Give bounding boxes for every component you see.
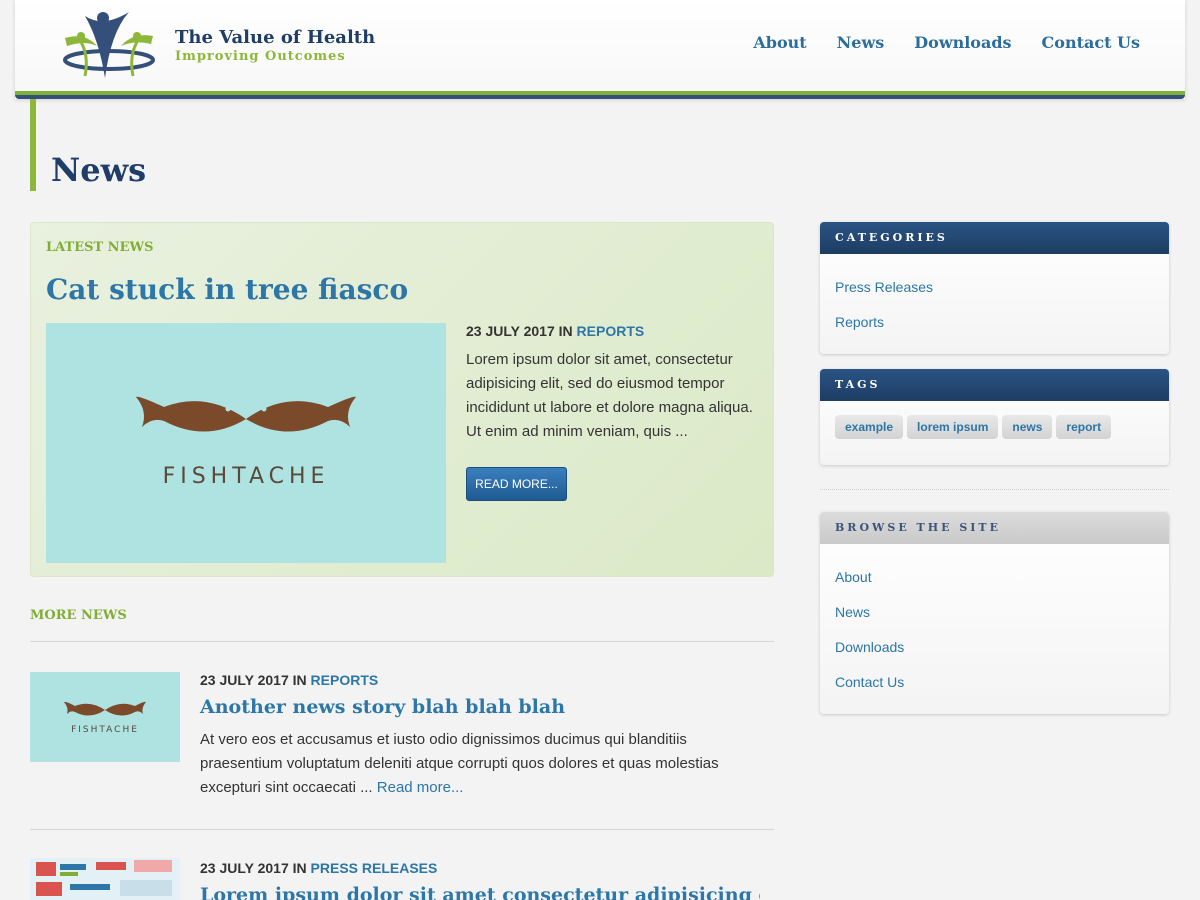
- browse-link-downloads[interactable]: Downloads: [835, 630, 1154, 665]
- header-accent-bar: [15, 91, 1185, 99]
- page-title: News: [51, 151, 147, 189]
- fishtache-wordmark: FISHTACHE: [163, 464, 330, 489]
- main-nav: About News Downloads Contact Us: [753, 33, 1140, 52]
- latest-news-label: LATEST NEWS: [46, 240, 154, 255]
- latest-news-excerpt: Lorem ipsum dolor sit amet, consectetur …: [466, 351, 753, 440]
- browse-link-contact-us[interactable]: Contact Us: [835, 665, 1154, 700]
- latest-news-card: LATEST NEWS Cat stuck in tree fiasco FIS…: [30, 222, 774, 577]
- tag-report[interactable]: report: [1056, 415, 1112, 439]
- news-item-date: 23 JULY 2017 IN: [200, 860, 307, 876]
- latest-news-title[interactable]: Cat stuck in tree fiasco: [46, 273, 408, 306]
- divider: [30, 829, 774, 830]
- tags-widget: TAGS example lorem ipsum news report: [820, 369, 1169, 465]
- categories-heading: CATEGORIES: [820, 222, 1169, 254]
- fishtache-thumb-wordmark: FISHTACHE: [71, 725, 139, 735]
- tags-list: example lorem ipsum news report: [820, 401, 1169, 453]
- category-link-press-releases[interactable]: Press Releases: [835, 270, 1154, 305]
- fishtache-logo-icon: FISHTACHE: [136, 396, 356, 489]
- sidebar-divider: [820, 489, 1169, 490]
- browse-heading: BROWSE THE SITE: [820, 512, 1169, 544]
- tag-example[interactable]: example: [835, 415, 904, 439]
- nav-downloads[interactable]: Downloads: [914, 33, 1011, 52]
- site-logo[interactable]: The Value of Health Improving Outcomes: [45, 10, 375, 82]
- logo-figure-icon: [63, 12, 155, 78]
- news-item-title[interactable]: Another news story blah blah blah: [200, 696, 565, 718]
- news-item-meta: 23 JULY 2017 IN PRESS RELEASES: [200, 860, 437, 876]
- latest-news-image[interactable]: FISHTACHE: [46, 323, 446, 563]
- browse-list: About News Downloads Contact Us: [820, 544, 1169, 700]
- latest-news-date: 23 JULY 2017 IN: [466, 323, 573, 339]
- latest-news-category[interactable]: REPORTS: [577, 323, 645, 339]
- news-item-read-more-link[interactable]: Read more...: [377, 779, 464, 796]
- browse-widget: BROWSE THE SITE About News Downloads Con…: [820, 512, 1169, 714]
- news-item-title[interactable]: Lorem ipsum dolor sit amet consectetur a…: [200, 884, 760, 900]
- tags-heading: TAGS: [820, 369, 1169, 401]
- categories-widget: CATEGORIES Press Releases Reports: [820, 222, 1169, 354]
- divider: [30, 641, 774, 642]
- nav-contact-us[interactable]: Contact Us: [1042, 33, 1140, 52]
- infographic-thumb-icon: [30, 858, 180, 900]
- logo-title: The Value of Health: [175, 27, 376, 48]
- news-thumbnail[interactable]: [30, 858, 180, 900]
- news-item-date: 23 JULY 2017 IN: [200, 672, 307, 688]
- browse-link-about[interactable]: About: [835, 560, 1154, 595]
- tag-news[interactable]: news: [1002, 415, 1053, 439]
- site-header: The Value of Health Improving Outcomes A…: [15, 0, 1185, 99]
- read-more-button[interactable]: READ MORE...: [466, 467, 567, 501]
- category-link-reports[interactable]: Reports: [835, 305, 1154, 340]
- browse-link-news[interactable]: News: [835, 595, 1154, 630]
- news-item-meta: 23 JULY 2017 IN REPORTS: [200, 672, 378, 688]
- tag-lorem-ipsum[interactable]: lorem ipsum: [907, 415, 999, 439]
- page-title-block: News: [30, 99, 430, 191]
- more-news-label: MORE NEWS: [30, 608, 127, 623]
- categories-list: Press Releases Reports: [820, 254, 1169, 340]
- fishtache-thumb-icon: FISHTACHE: [64, 701, 146, 735]
- news-thumbnail[interactable]: FISHTACHE: [30, 672, 180, 762]
- news-item-category[interactable]: PRESS RELEASES: [311, 860, 438, 876]
- news-item-category[interactable]: REPORTS: [311, 672, 379, 688]
- nav-about[interactable]: About: [753, 33, 806, 52]
- logo-subtitle: Improving Outcomes: [175, 49, 346, 64]
- nav-news[interactable]: News: [837, 33, 885, 52]
- news-item-excerpt: At vero eos et accusamus et iusto odio d…: [200, 728, 760, 800]
- latest-news-meta: 23 JULY 2017 IN REPORTS: [466, 323, 644, 339]
